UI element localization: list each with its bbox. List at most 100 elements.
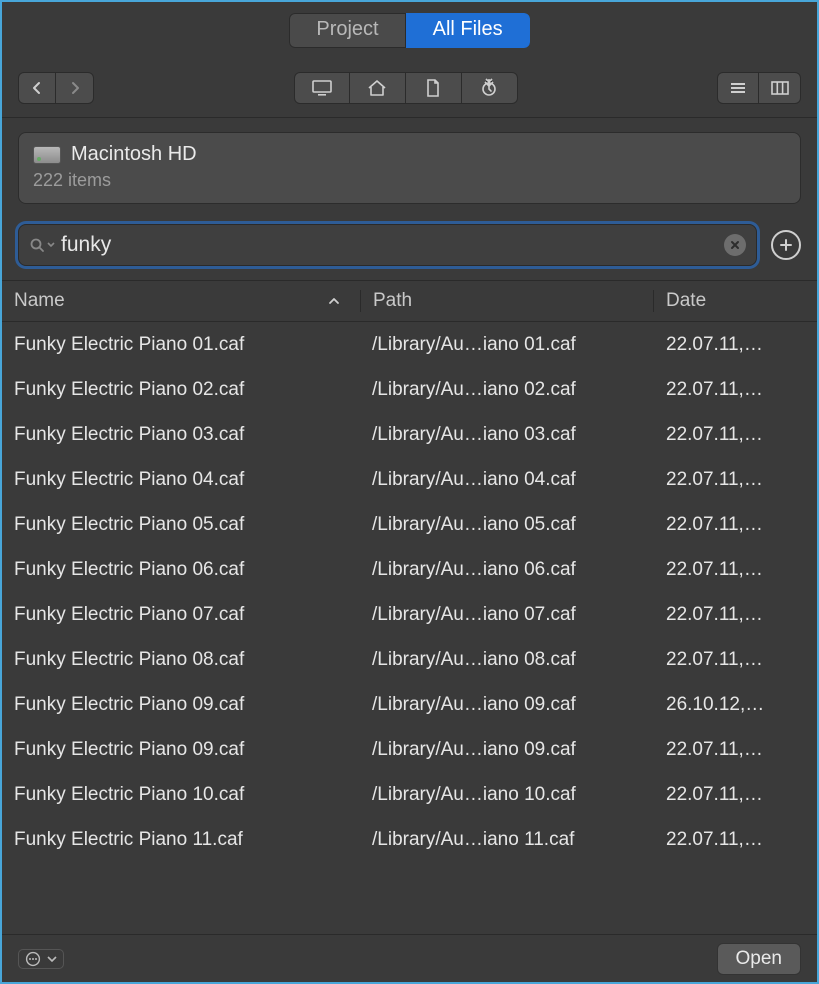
footer: Open <box>2 934 817 982</box>
cell-name: Funky Electric Piano 08.caf <box>2 649 360 671</box>
cell-name: Funky Electric Piano 11.caf <box>2 829 360 851</box>
list-icon <box>729 81 747 95</box>
table-row[interactable]: Funky Electric Piano 09.caf/Library/Au…i… <box>2 727 817 772</box>
location-card[interactable]: Macintosh HD 222 items <box>18 132 801 204</box>
results-table: Name Path Date Funky Electric Piano 01.c… <box>2 280 817 867</box>
cell-name: Funky Electric Piano 05.caf <box>2 514 360 536</box>
column-header-date[interactable]: Date <box>654 290 817 312</box>
table-row[interactable]: Funky Electric Piano 01.caf/Library/Au…i… <box>2 322 817 367</box>
table-row[interactable]: Funky Electric Piano 06.caf/Library/Au…i… <box>2 547 817 592</box>
cell-date: 22.07.11,… <box>654 829 817 851</box>
table-row[interactable]: Funky Electric Piano 07.caf/Library/Au…i… <box>2 592 817 637</box>
cell-name: Funky Electric Piano 01.caf <box>2 334 360 356</box>
x-icon <box>730 240 740 250</box>
cell-date: 22.07.11,… <box>654 424 817 446</box>
table-row[interactable]: Funky Electric Piano 05.caf/Library/Au…i… <box>2 502 817 547</box>
project-button[interactable] <box>406 72 462 104</box>
computer-button[interactable] <box>294 72 350 104</box>
table-row[interactable]: Funky Electric Piano 10.caf/Library/Au…i… <box>2 772 817 817</box>
cell-name: Funky Electric Piano 02.caf <box>2 379 360 401</box>
cell-date: 22.07.11,… <box>654 379 817 401</box>
cell-path: /Library/Au…iano 09.caf <box>360 739 654 761</box>
chevron-left-icon <box>30 81 44 95</box>
hard-drive-icon <box>33 146 61 164</box>
table-row[interactable]: Funky Electric Piano 09.caf/Library/Au…i… <box>2 682 817 727</box>
table-row[interactable]: Funky Electric Piano 08.caf/Library/Au…i… <box>2 637 817 682</box>
columns-icon <box>771 81 789 95</box>
location-subtitle: 222 items <box>33 170 786 191</box>
cell-name: Funky Electric Piano 04.caf <box>2 469 360 491</box>
cell-date: 22.07.11,… <box>654 649 817 671</box>
cell-name: Funky Electric Piano 07.caf <box>2 604 360 626</box>
search-icon <box>29 237 45 253</box>
cell-name: Funky Electric Piano 10.caf <box>2 784 360 806</box>
column-path-label: Path <box>373 290 412 312</box>
cell-date: 22.07.11,… <box>654 739 817 761</box>
cell-date: 22.07.11,… <box>654 514 817 536</box>
add-filter-button[interactable] <box>771 230 801 260</box>
forward-button[interactable] <box>56 72 94 104</box>
locations-group <box>294 72 518 104</box>
cell-path: /Library/Au…iano 04.caf <box>360 469 654 491</box>
clear-search-button[interactable] <box>724 234 746 256</box>
tab-switcher: Project All Files <box>2 2 817 58</box>
cell-path: /Library/Au…iano 08.caf <box>360 649 654 671</box>
cell-path: /Library/Au…iano 03.caf <box>360 424 654 446</box>
cell-path: /Library/Au…iano 01.caf <box>360 334 654 356</box>
table-header: Name Path Date <box>2 280 817 322</box>
search-row <box>2 214 817 280</box>
column-date-label: Date <box>666 290 706 312</box>
home-button[interactable] <box>350 72 406 104</box>
chevron-right-icon <box>68 81 82 95</box>
toolbar <box>2 58 817 118</box>
table-row[interactable]: Funky Electric Piano 11.caf/Library/Au…i… <box>2 817 817 862</box>
cell-name: Funky Electric Piano 09.caf <box>2 739 360 761</box>
tab-all-files[interactable]: All Files <box>406 13 530 48</box>
view-group <box>717 72 801 104</box>
location-title: Macintosh HD <box>71 143 197 166</box>
column-header-name[interactable]: Name <box>2 290 360 312</box>
plus-icon <box>779 238 793 252</box>
table-row[interactable]: Funky Electric Piano 03.caf/Library/Au…i… <box>2 412 817 457</box>
sort-ascending-icon <box>328 297 348 305</box>
nav-group <box>18 72 94 104</box>
bookmarks-button[interactable] <box>462 72 518 104</box>
search-box <box>18 224 757 266</box>
cell-date: 22.07.11,… <box>654 559 817 581</box>
cell-date: 22.07.11,… <box>654 604 817 626</box>
cell-date: 22.07.11,… <box>654 784 817 806</box>
cell-path: /Library/Au…iano 07.caf <box>360 604 654 626</box>
tab-project[interactable]: Project <box>289 13 405 48</box>
cell-name: Funky Electric Piano 03.caf <box>2 424 360 446</box>
cell-path: /Library/Au…iano 06.caf <box>360 559 654 581</box>
back-button[interactable] <box>18 72 56 104</box>
table-row[interactable]: Funky Electric Piano 02.caf/Library/Au…i… <box>2 367 817 412</box>
cell-path: /Library/Au…iano 11.caf <box>360 829 654 851</box>
clock-download-icon <box>479 78 499 98</box>
cell-date: 22.07.11,… <box>654 469 817 491</box>
search-input[interactable] <box>61 225 724 265</box>
table-body: Funky Electric Piano 01.caf/Library/Au…i… <box>2 322 817 867</box>
cell-path: /Library/Au…iano 02.caf <box>360 379 654 401</box>
open-button[interactable]: Open <box>717 943 801 975</box>
home-icon <box>367 79 387 97</box>
cell-path: /Library/Au…iano 10.caf <box>360 784 654 806</box>
cell-name: Funky Electric Piano 06.caf <box>2 559 360 581</box>
column-name-label: Name <box>14 290 65 312</box>
cell-date: 26.10.12,… <box>654 694 817 716</box>
list-view-button[interactable] <box>717 72 759 104</box>
action-menu-button[interactable] <box>18 949 64 969</box>
column-view-button[interactable] <box>759 72 801 104</box>
computer-icon <box>311 80 333 96</box>
cell-name: Funky Electric Piano 09.caf <box>2 694 360 716</box>
chevron-down-icon <box>47 242 55 248</box>
document-icon <box>425 78 441 98</box>
chevron-down-icon <box>47 956 57 962</box>
search-scope-menu[interactable] <box>29 237 55 253</box>
cell-date: 22.07.11,… <box>654 334 817 356</box>
cell-path: /Library/Au…iano 05.caf <box>360 514 654 536</box>
cell-path: /Library/Au…iano 09.caf <box>360 694 654 716</box>
ellipsis-circ-icon <box>25 951 41 967</box>
table-row[interactable]: Funky Electric Piano 04.caf/Library/Au…i… <box>2 457 817 502</box>
column-header-path[interactable]: Path <box>360 290 654 312</box>
